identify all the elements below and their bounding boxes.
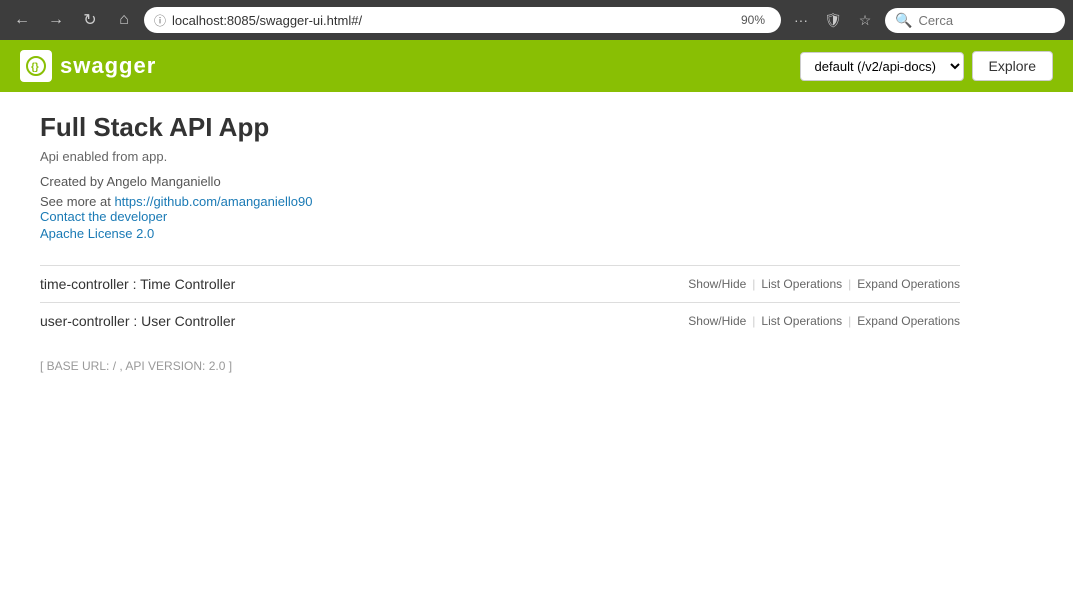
user-controller-name: user-controller : User Controller [40,313,235,329]
user-controller-row: user-controller : User Controller Show/H… [40,302,960,339]
browser-actions: ··· 🛡 ☆ [787,6,879,34]
separator-1: | [752,277,755,291]
search-icon: 🔍 [895,12,912,29]
separator-3: | [752,314,755,328]
address-bar: ⓘ 90% [144,7,781,33]
swagger-logo-icon: {} [20,50,52,82]
base-url-section: [ BASE URL: / , API VERSION: 2.0 ] [40,359,960,373]
api-description: Api enabled from app. [40,149,960,164]
base-url-text: [ BASE URL: / , API VERSION: 2.0 ] [40,359,232,373]
search-bar: 🔍 [885,8,1065,33]
zoom-badge[interactable]: 90% [735,11,771,29]
time-controller-actions: Show/Hide | List Operations | Expand Ope… [688,277,960,291]
user-list-ops-link[interactable]: List Operations [761,314,842,328]
user-expand-ops-link[interactable]: Expand Operations [857,314,960,328]
time-controller-row: time-controller : Time Controller Show/H… [40,265,960,302]
created-by-label: Created by Angelo Manganiello [40,174,221,189]
forward-button[interactable]: → [42,6,70,34]
back-button[interactable]: ← [8,6,36,34]
api-links: See more at https://github.com/amanganie… [40,193,960,241]
info-icon: ⓘ [154,12,166,29]
refresh-button[interactable]: ↻ [76,6,104,34]
controllers-section: time-controller : Time Controller Show/H… [40,265,960,339]
svg-text:{}: {} [31,62,39,73]
time-expand-ops-link[interactable]: Expand Operations [857,277,960,291]
search-input[interactable] [918,13,1055,28]
license-link[interactable]: Apache License 2.0 [40,226,960,241]
api-selector[interactable]: default (/v2/api-docs) [800,52,964,81]
browser-chrome: ← → ↻ ⌂ ⓘ 90% ··· 🛡 ☆ 🔍 [0,0,1073,40]
swagger-logo: {} swagger [20,50,156,82]
shield-button[interactable]: 🛡 [819,6,847,34]
address-input[interactable] [172,13,729,28]
time-controller-name: time-controller : Time Controller [40,276,235,292]
swagger-logo-text: swagger [60,53,156,79]
swagger-header: {} swagger default (/v2/api-docs) Explor… [0,40,1073,92]
user-controller-actions: Show/Hide | List Operations | Expand Ope… [688,314,960,328]
time-list-ops-link[interactable]: List Operations [761,277,842,291]
more-button[interactable]: ··· [787,6,815,34]
contact-developer-link[interactable]: Contact the developer [40,209,960,224]
api-title: Full Stack API App [40,112,960,143]
see-more-text: See more at [40,194,114,209]
separator-4: | [848,314,851,328]
github-link[interactable]: https://github.com/amanganiello90 [114,194,312,209]
separator-2: | [848,277,851,291]
swagger-controls: default (/v2/api-docs) Explore [800,51,1053,81]
home-button[interactable]: ⌂ [110,6,138,34]
main-content: Full Stack API App Api enabled from app.… [0,92,1000,393]
star-button[interactable]: ☆ [851,6,879,34]
user-show-hide-link[interactable]: Show/Hide [688,314,746,328]
explore-button[interactable]: Explore [972,51,1053,81]
time-show-hide-link[interactable]: Show/Hide [688,277,746,291]
api-meta: Created by Angelo Manganiello [40,174,960,189]
